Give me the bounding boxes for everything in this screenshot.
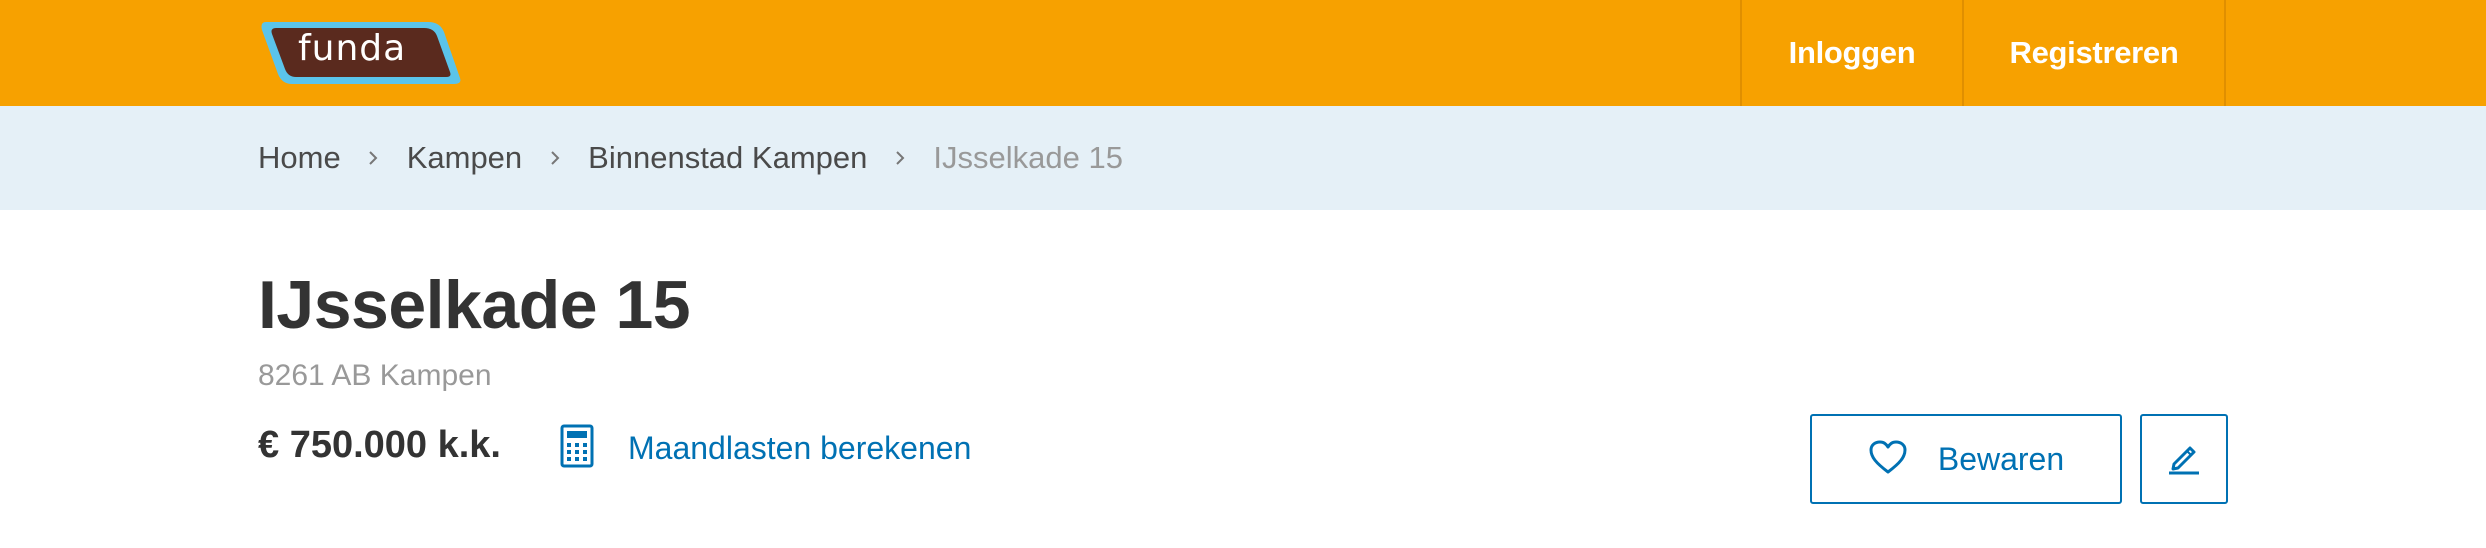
breadcrumb-neighbourhood[interactable]: Binnenstad Kampen [588, 140, 867, 176]
mortgage-calculator-link[interactable]: Maandlasten berekenen [560, 424, 971, 473]
breadcrumb-bar: Home Kampen Binnenstad Kampen IJsselkade… [0, 106, 2486, 210]
chevron-right-icon [867, 148, 933, 168]
heart-icon [1868, 439, 1938, 480]
save-button[interactable]: Bewaren [1810, 414, 2122, 504]
chevron-right-icon [341, 148, 407, 168]
breadcrumb-current: IJsselkade 15 [933, 140, 1123, 175]
pencil-icon [2165, 438, 2203, 481]
save-label: Bewaren [1937, 440, 2065, 477]
listing-title: IJsselkade 15 [258, 267, 691, 343]
chevron-right-icon [522, 148, 588, 168]
edit-button[interactable] [2140, 414, 2228, 504]
register-link[interactable]: Registreren [1962, 0, 2226, 106]
calculator-label: Maandlasten berekenen [628, 430, 972, 466]
listing-postcode-city: 8261 AB Kampen [258, 359, 492, 392]
breadcrumb-city[interactable]: Kampen [407, 140, 522, 176]
listing-price: € 750.000 k.k. [258, 424, 501, 466]
logo-text: funda [298, 28, 407, 69]
breadcrumb-home[interactable]: Home [258, 140, 341, 176]
account-nav: Inloggen Registreren [1740, 0, 2226, 106]
top-navigation-bar: funda Inloggen Registreren [0, 0, 2486, 106]
login-link[interactable]: Inloggen [1740, 0, 1962, 106]
breadcrumb: Home Kampen Binnenstad Kampen IJsselkade… [258, 106, 1123, 210]
calculator-icon [560, 424, 594, 473]
funda-logo[interactable]: funda [258, 16, 464, 90]
